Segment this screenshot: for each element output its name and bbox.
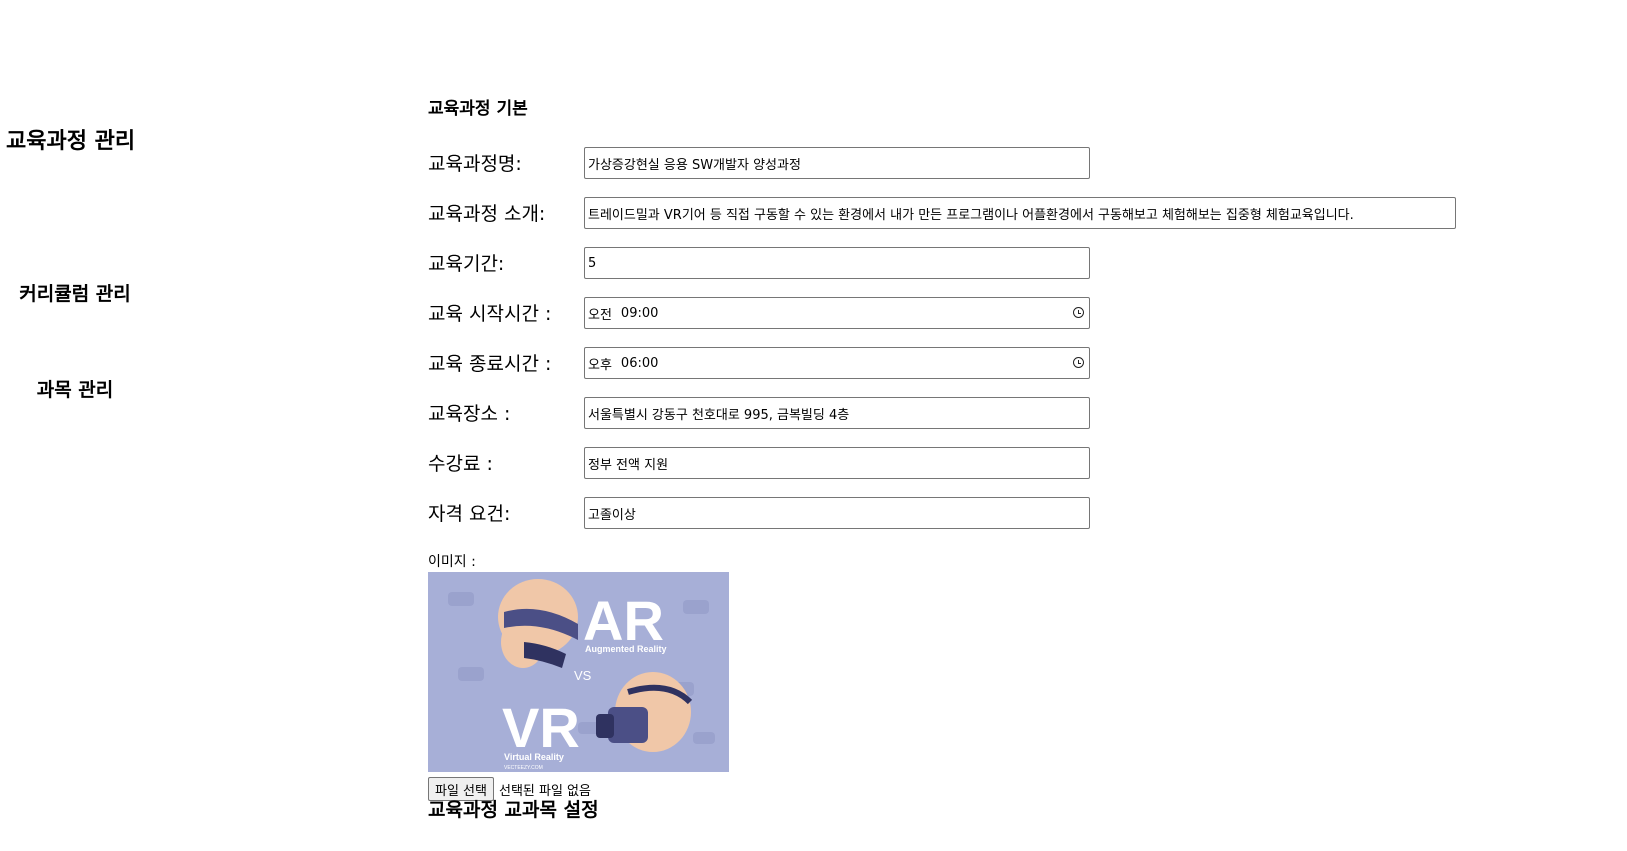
intro-label: 교육과정 소개:	[428, 203, 546, 225]
course-name-input[interactable]	[584, 147, 1090, 179]
vr-text: VR	[502, 696, 580, 759]
vs-text: VS	[574, 668, 592, 683]
location-input[interactable]	[584, 397, 1090, 429]
start-time-input[interactable]: 오전 09:00	[584, 297, 1090, 329]
end-time-ampm[interactable]: 오후	[588, 354, 612, 373]
page: 교육과정 관리 커리큘럼 관리 과목 관리 교육과정 기본 교육과정명: 교육과…	[0, 0, 1627, 851]
course-image: AR Augmented Reality VS VR Virtual Reali…	[428, 572, 729, 772]
requirement-label: 자격 요건:	[428, 503, 511, 525]
fee-label: 수강료 :	[428, 453, 493, 475]
start-time-label: 교육 시작시간 :	[428, 303, 552, 325]
end-time-value[interactable]: 06:00	[621, 356, 658, 371]
start-time-value[interactable]: 09:00	[621, 306, 658, 321]
ar-text: AR	[583, 589, 664, 652]
end-time-input[interactable]: 오후 06:00	[584, 347, 1090, 379]
duration-label: 교육기간:	[428, 253, 505, 275]
fee-input[interactable]	[584, 447, 1090, 479]
requirement-input[interactable]	[584, 497, 1090, 529]
ar-subtitle: Augmented Reality	[585, 644, 667, 654]
duration-input[interactable]	[584, 247, 1090, 279]
location-label: 교육장소 :	[428, 403, 511, 425]
clock-icon[interactable]	[1073, 357, 1084, 368]
sidebar-title: 교육과정 관리	[6, 129, 136, 154]
image-label: 이미지 :	[428, 554, 476, 570]
clock-icon[interactable]	[1073, 307, 1084, 318]
course-intro-input[interactable]	[584, 197, 1456, 229]
end-time-label: 교육 종료시간 :	[428, 353, 552, 375]
subject-settings-heading: 교육과정 교과목 설정	[428, 799, 599, 821]
vr-subtitle: Virtual Reality	[504, 752, 564, 762]
sidebar-item-curriculum[interactable]: 커리큘럼 관리	[0, 279, 150, 306]
start-time-ampm[interactable]: 오전	[588, 304, 612, 323]
ar-vs-vr-illustration: AR Augmented Reality VS VR Virtual Reali…	[428, 572, 729, 772]
section-heading: 교육과정 기본	[428, 99, 528, 119]
sidebar-item-subjects[interactable]: 과목 관리	[0, 375, 150, 402]
name-label: 교육과정명:	[428, 153, 522, 175]
image-credit: VECTEEZY.COM	[504, 765, 543, 771]
